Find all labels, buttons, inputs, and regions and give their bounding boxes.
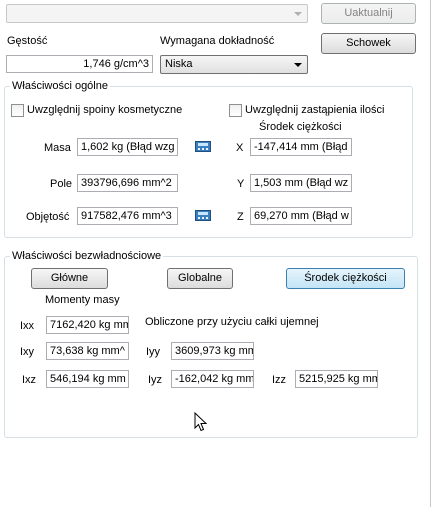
ixy-field[interactable]: 73,638 kg mm^ bbox=[46, 342, 129, 360]
cog-x-field[interactable]: -147,414 mm (Błąd bbox=[250, 138, 352, 156]
density-label: Gęstość bbox=[7, 35, 48, 47]
iyz-label: Iyz bbox=[148, 374, 163, 386]
volume-field[interactable]: 917582,476 mm^3 bbox=[77, 207, 178, 225]
y-label: Y bbox=[237, 178, 245, 190]
principal-button[interactable]: Główne bbox=[31, 268, 108, 289]
mass-label: Masa bbox=[44, 142, 71, 154]
iyy-field[interactable]: 3609,973 kg mm bbox=[171, 342, 254, 360]
ixx-field[interactable]: 7162,420 kg mm bbox=[46, 316, 129, 334]
clipboard-button[interactable]: Schowek bbox=[321, 33, 416, 54]
accuracy-select[interactable]: Niska bbox=[160, 55, 308, 74]
cog-y-field[interactable]: 1,503 mm (Błąd wz bbox=[250, 174, 352, 192]
include-overrides-label: Uwzględnij zastąpienia ilości bbox=[245, 104, 385, 116]
window-edge bbox=[430, 0, 431, 507]
center-of-gravity-label: Środek ciężkości bbox=[259, 121, 342, 133]
ixx-label: Ixx bbox=[20, 320, 35, 332]
selection-combo[interactable] bbox=[6, 4, 308, 23]
chevron-down-icon bbox=[294, 63, 302, 67]
area-field[interactable]: 393796,696 mm^2 bbox=[77, 174, 178, 192]
iyz-field[interactable]: -162,042 kg mm bbox=[171, 370, 254, 388]
x-label: X bbox=[236, 142, 244, 154]
include-overrides-checkbox[interactable] bbox=[229, 104, 242, 117]
iyy-label: Iyy bbox=[146, 346, 161, 358]
calculator-icon[interactable] bbox=[195, 210, 211, 221]
izz-field[interactable]: 5215,925 kg mm bbox=[295, 370, 378, 388]
calculator-icon[interactable] bbox=[195, 141, 211, 152]
ixz-label: Ixz bbox=[22, 374, 37, 386]
accuracy-select-value: Niska bbox=[165, 58, 193, 70]
include-cosmetic-welds-checkbox[interactable] bbox=[11, 104, 24, 117]
area-label: Pole bbox=[50, 178, 73, 190]
z-label: Z bbox=[237, 211, 244, 223]
density-field[interactable]: 1,746 g/cm^3 bbox=[6, 55, 153, 73]
general-properties-title: Właściwości ogólne bbox=[10, 79, 110, 93]
negative-integral-note: Obliczone przy użyciu całki ujemnej bbox=[145, 316, 319, 328]
accuracy-label: Wymagana dokładność bbox=[160, 35, 275, 47]
cog-z-field[interactable]: 69,270 mm (Błąd w bbox=[250, 207, 352, 225]
izz-label: Izz bbox=[272, 374, 287, 386]
update-button[interactable]: Uaktualnij bbox=[321, 3, 416, 24]
include-cosmetic-welds-label: Uwzględnij spoiny kosmetyczne bbox=[27, 104, 183, 116]
mouse-pointer-icon bbox=[194, 412, 208, 432]
moments-label: Momenty masy bbox=[45, 294, 120, 306]
ixy-label: Ixy bbox=[20, 346, 35, 358]
chevron-down-icon bbox=[294, 12, 302, 16]
volume-label: Objętość bbox=[26, 211, 70, 223]
ixz-field[interactable]: 546,194 kg mm bbox=[46, 370, 129, 388]
global-button[interactable]: Globalne bbox=[167, 268, 233, 289]
center-of-gravity-button[interactable]: Środek ciężkości bbox=[286, 268, 405, 289]
inertial-properties-title: Właściwości bezwładnościowe bbox=[10, 249, 164, 263]
mass-field[interactable]: 1,602 kg (Błąd wzg bbox=[77, 138, 178, 156]
